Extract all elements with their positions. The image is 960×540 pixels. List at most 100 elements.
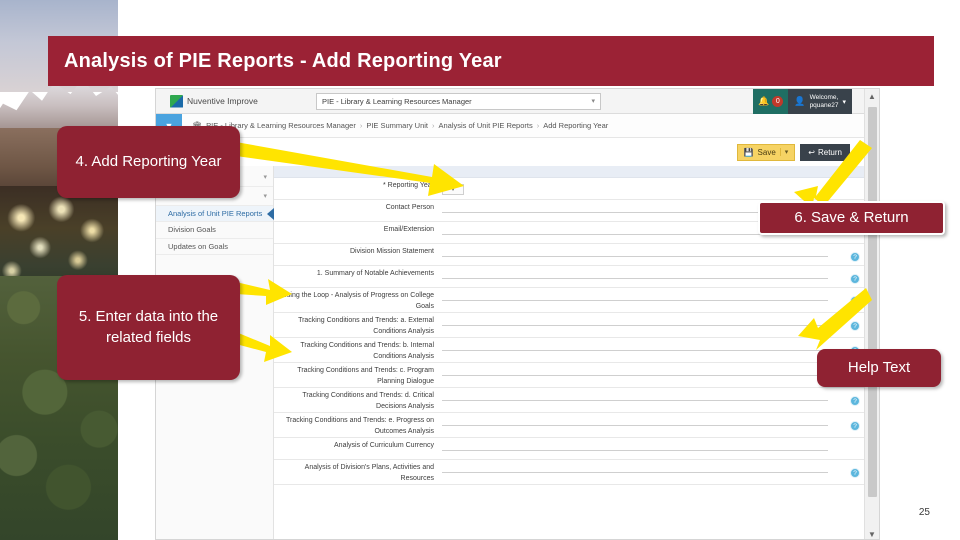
chevron-down-icon[interactable]: ▼	[865, 527, 879, 539]
chevron-up-icon[interactable]: ▲	[865, 89, 879, 103]
bell-icon: 🔔	[758, 96, 770, 106]
form-field-underline	[442, 375, 828, 376]
sidebar-item-label: Division Goals	[168, 225, 216, 235]
chevron-down-icon: ▾	[591, 98, 595, 105]
page-title: Analysis of PIE Reports - Add Reporting …	[64, 49, 502, 72]
form-row: 1. Summary of Notable Achievements?	[274, 266, 866, 288]
arrow-to-fields-lower	[236, 330, 296, 370]
form-field-input[interactable]	[442, 316, 844, 326]
form-row: Analysis of Division's Plans, Activities…	[274, 460, 866, 485]
help-slot: ?	[844, 463, 866, 478]
breadcrumb-item-2[interactable]: Analysis of Unit PIE Reports	[439, 121, 533, 130]
form-field-label: Contact Person	[385, 204, 434, 211]
form-field-input[interactable]	[442, 416, 844, 426]
form-field-label: Analysis of Division's Plans, Activities…	[304, 464, 434, 482]
form-row: Division Mission Statement?	[274, 244, 866, 266]
form-field-input[interactable]	[442, 269, 844, 279]
help-question-icon[interactable]: ?	[850, 396, 860, 406]
notification-count-badge: 0	[772, 96, 784, 107]
form-field-input[interactable]: ▾	[442, 181, 844, 195]
save-button[interactable]: 💾 Save ▾	[736, 143, 796, 161]
callout-text: 6. Save & Return	[794, 208, 909, 226]
notifications-button[interactable]: 🔔 0	[753, 89, 789, 114]
help-slot: ?	[844, 247, 866, 262]
help-question-icon[interactable]: ?	[850, 468, 860, 478]
save-disk-icon: 💾	[743, 147, 754, 157]
help-slot	[844, 441, 866, 446]
app-top-bar: Nuventive Improve PIE - Library & Learni…	[156, 89, 866, 114]
form-row: Tracking Conditions and Trends: e. Progr…	[274, 413, 866, 438]
form-field-label: Closing the Loop - Analysis of Progress …	[276, 292, 434, 310]
arrow-to-save-return	[792, 140, 872, 210]
welcome-line2: pquane27	[809, 101, 839, 109]
help-question-icon[interactable]: ?	[850, 274, 860, 284]
form-field-input[interactable]	[442, 247, 844, 257]
form-field-underline	[442, 300, 828, 301]
sidebar-item-label: Updates on Goals	[168, 241, 229, 251]
form-field-label: Division Mission Statement	[349, 248, 434, 255]
org-selector-value: PIE - Library & Learning Resources Manag…	[322, 96, 472, 106]
welcome-line1: Welcome,	[809, 94, 839, 102]
sidebar-item-analysis-of-unit-pie-reports[interactable]: Analysis of Unit PIE Reports	[156, 206, 273, 223]
sidebar-item-label: Analysis of Unit PIE Reports	[168, 209, 263, 218]
form-field-input[interactable]	[442, 291, 844, 301]
help-slot: ?	[844, 391, 866, 406]
callout-add-reporting-year: 4. Add Reporting Year	[57, 126, 240, 198]
form-field-input[interactable]	[442, 463, 844, 473]
top-bar-right: 🔔 0 👤 Welcome, pquane27 ▾	[753, 89, 852, 114]
user-icon: 👤	[794, 96, 806, 106]
form-field-underline	[442, 400, 828, 401]
callout-help-text: Help Text	[817, 349, 941, 387]
form-row: Tracking Conditions and Trends: d. Criti…	[274, 388, 866, 413]
callout-enter-data: 5. Enter data into the related fields	[57, 275, 240, 380]
help-question-icon[interactable]: ?	[850, 421, 860, 431]
breadcrumb-bar: ▼ 🏛 PIE - Library & Learning Resources M…	[156, 113, 866, 138]
breadcrumb-separator: ›	[359, 121, 363, 130]
org-selector[interactable]: PIE - Library & Learning Resources Manag…	[316, 92, 601, 110]
help-slot: ?	[844, 416, 866, 431]
breadcrumb-item-3: Add Reporting Year	[543, 121, 609, 130]
help-question-icon[interactable]: ?	[850, 252, 860, 262]
form-field-underline	[442, 450, 828, 451]
callout-text: 4. Add Reporting Year	[75, 152, 222, 170]
slide-title-bar: Analysis of PIE Reports - Add Reporting …	[48, 36, 934, 86]
breadcrumb-item-1[interactable]: PIE Summary Unit	[366, 121, 428, 130]
breadcrumb-separator: ›	[536, 121, 540, 130]
form-field-label: Email/Extension	[383, 226, 434, 233]
breadcrumb-separator: ›	[432, 121, 435, 130]
sidebar-item-updates-on-goals[interactable]: Updates on Goals	[156, 239, 273, 256]
form-row: Analysis of Curriculum Currency	[274, 438, 866, 460]
user-menu-button[interactable]: 👤 Welcome, pquane27 ▾	[788, 89, 852, 114]
chevron-down-icon[interactable]: ▾	[779, 148, 788, 156]
form-field-label: Analysis of Curriculum Currency	[334, 442, 434, 449]
form-field-underline	[442, 256, 828, 257]
form-field-label: Tracking Conditions and Trends: a. Exter…	[298, 317, 434, 335]
arrow-to-reporting-year	[236, 140, 476, 200]
form-field-label: 1. Summary of Notable Achievements	[316, 270, 434, 277]
form-field-label: Tracking Conditions and Trends: c. Progr…	[297, 367, 434, 385]
form-row: Tracking Conditions and Trends: a. Exter…	[274, 313, 866, 338]
sidebar-item-division-goals[interactable]: Division Goals	[156, 222, 273, 239]
slide-root: Analysis of PIE Reports - Add Reporting …	[0, 0, 960, 540]
form-field-label: Tracking Conditions and Trends: e. Progr…	[286, 417, 434, 435]
form-field-label: Tracking Conditions and Trends: d. Criti…	[302, 392, 434, 410]
form-field-underline	[442, 278, 828, 279]
form-field-input[interactable]	[442, 441, 844, 451]
form-field-underline	[442, 472, 828, 473]
form-row: Tracking Conditions and Trends: c. Progr…	[274, 363, 866, 388]
form-row: Tracking Conditions and Trends: b. Inter…	[274, 338, 866, 363]
chevron-down-icon: ▾	[842, 98, 846, 106]
app-brand: Nuventive Improve	[170, 94, 300, 108]
form-field-underline	[442, 350, 828, 351]
callout-text: 5. Enter data into the related fields	[78, 308, 219, 346]
form-row: Closing the Loop - Analysis of Progress …	[274, 288, 866, 313]
form-field-input[interactable]	[442, 341, 844, 351]
callout-text: Help Text	[847, 358, 911, 376]
form-field-input[interactable]	[442, 366, 844, 376]
form-field-label: Tracking Conditions and Trends: b. Inter…	[300, 342, 434, 360]
page-number: 25	[918, 507, 930, 518]
form-field-input[interactable]	[442, 391, 844, 401]
form-field-underline	[442, 325, 828, 326]
breadcrumb: 🏛 PIE - Library & Learning Resources Man…	[192, 121, 608, 130]
brand-name: Nuventive Improve	[187, 96, 258, 106]
